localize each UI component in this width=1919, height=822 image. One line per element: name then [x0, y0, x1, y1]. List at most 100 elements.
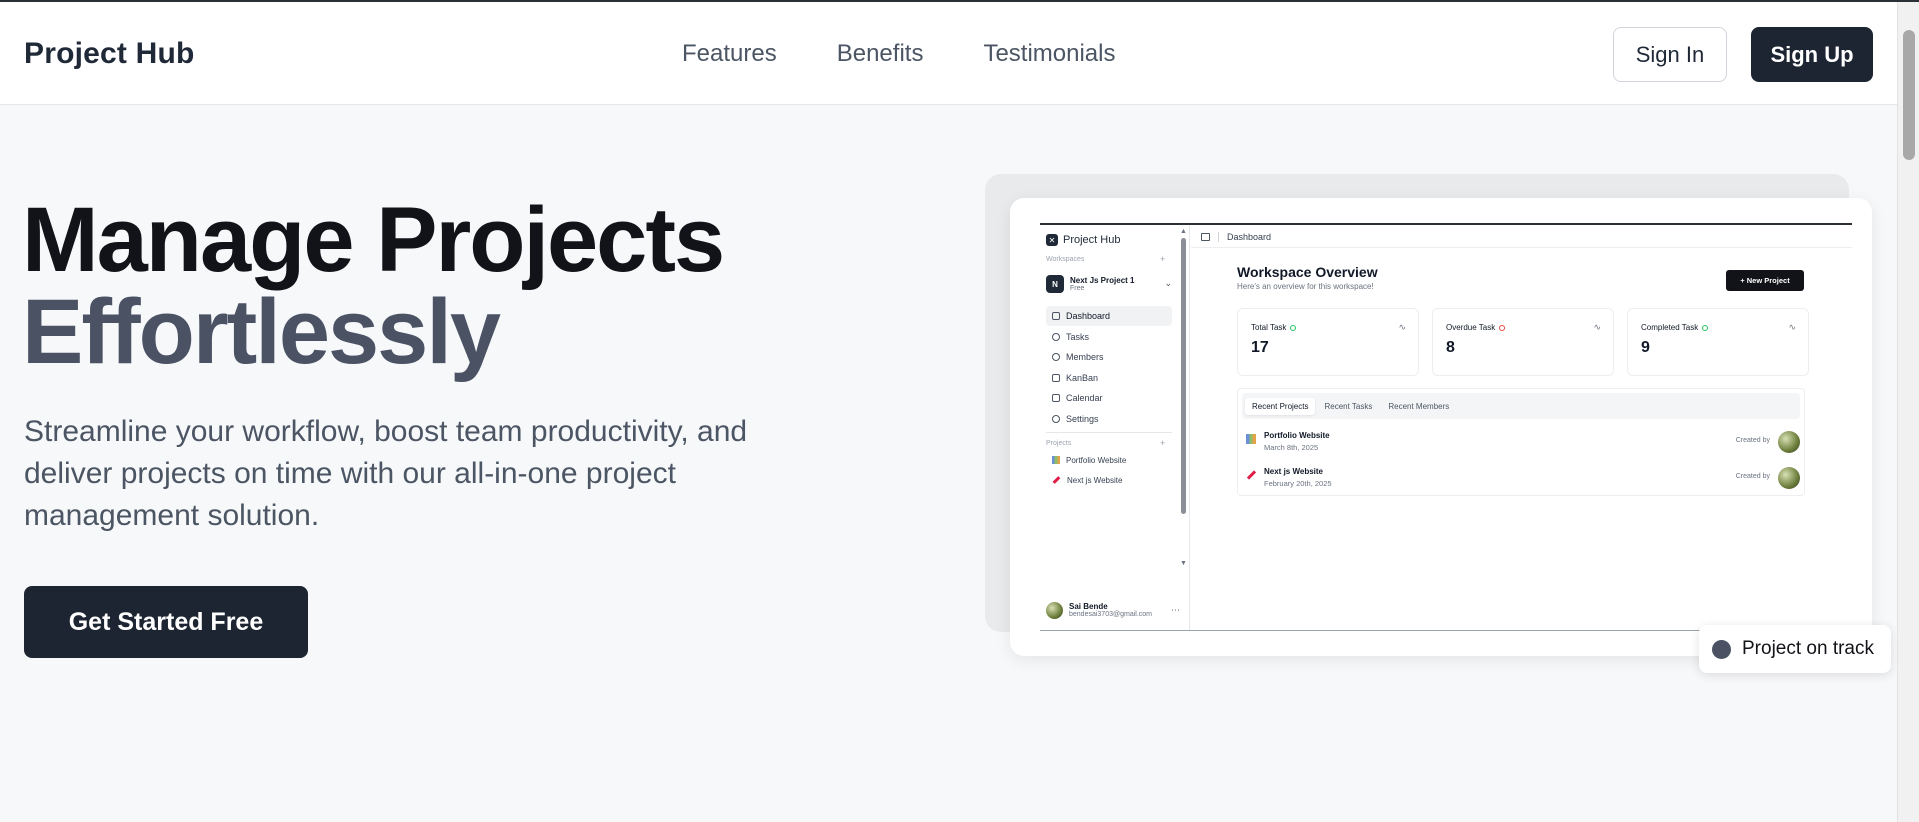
sidebar-toggle-icon[interactable]	[1201, 232, 1210, 241]
get-started-button[interactable]: Get Started Free	[24, 586, 308, 658]
workspace-switcher[interactable]: N Next Js Project 1 Free ⌄	[1046, 272, 1172, 296]
stat-label: Completed Task	[1641, 323, 1699, 332]
user-email: bendesai3703@gmail.com	[1069, 611, 1152, 618]
sidebar-scrollbar[interactable]: ▲ ▼	[1180, 228, 1187, 626]
preview-main: Dashboard Workspace Overview Here's an o…	[1191, 226, 1852, 630]
workspaces-caption: Workspaces	[1046, 256, 1085, 263]
hero-subtitle: Streamline your workflow, boost team pro…	[24, 415, 748, 532]
new-project-button[interactable]: + New Project	[1726, 270, 1804, 291]
stat-label: Overdue Task	[1446, 323, 1496, 332]
avatar	[1778, 467, 1800, 489]
created-by-label: Created by	[1735, 437, 1770, 444]
list-item[interactable]: Portfolio Website March 8th, 2025 Create…	[1246, 431, 1802, 461]
created-by-label: Created by	[1735, 473, 1770, 480]
overview-heading: Workspace Overview	[1237, 264, 1378, 280]
project-title: Next js Website	[1264, 467, 1323, 476]
chart-icon	[1052, 456, 1060, 464]
sidebar-item-label: Calendar	[1066, 393, 1103, 404]
nav-link-features[interactable]: Features	[682, 40, 777, 68]
status-badge-text: Project on track	[1742, 638, 1874, 659]
tab-bar: Recent Projects Recent Tasks Recent Memb…	[1242, 393, 1800, 419]
preview-brand-label: Project Hub	[1063, 234, 1121, 246]
tab-recent-projects[interactable]: Recent Projects	[1245, 397, 1316, 415]
dashboard-preview: ✕ Project Hub Workspaces + N Next Js Pro…	[1010, 198, 1872, 656]
sidebar-item-kanban[interactable]: KanBan	[1046, 368, 1172, 388]
scroll-down-icon[interactable]: ▼	[1180, 560, 1187, 567]
sidebar-item-label: Dashboard	[1066, 311, 1111, 321]
workspace-avatar: N	[1046, 275, 1064, 293]
workspace-plan: Free	[1070, 284, 1085, 292]
pencil-icon	[1246, 470, 1257, 480]
sidebar-project-nextjs[interactable]: Next js Website	[1046, 470, 1172, 490]
add-project-icon[interactable]: +	[1160, 438, 1165, 448]
sign-up-button[interactable]: Sign Up	[1751, 27, 1873, 82]
more-icon[interactable]: ⋯	[1171, 605, 1180, 616]
scroll-up-icon[interactable]: ▲	[1180, 228, 1187, 235]
stat-label-wrap: Total Task	[1251, 323, 1297, 332]
workspace-name: Next Js Project 1	[1070, 275, 1135, 285]
stat-label: Total Task	[1251, 323, 1287, 332]
hero-title: Manage Projects Effortlessly	[22, 194, 725, 383]
hero-title-line-2: Effortlessly	[22, 281, 501, 383]
preview-logo-icon: ✕	[1046, 234, 1058, 246]
sign-in-button[interactable]: Sign In	[1613, 27, 1727, 82]
tab-recent-members[interactable]: Recent Members	[1381, 398, 1456, 415]
user-profile[interactable]: Sai Bende bendesai3703@gmail.com ⋯	[1046, 602, 1180, 619]
gear-icon	[1052, 414, 1060, 423]
sidebar-item-tasks[interactable]: Tasks	[1046, 327, 1172, 347]
sidebar-item-label: Settings	[1066, 413, 1099, 424]
nav-links: Features Benefits Testimonials	[682, 40, 1115, 68]
sidebar-item-members[interactable]: Members	[1046, 347, 1172, 367]
sidebar-item-settings[interactable]: Settings	[1046, 409, 1172, 429]
activity-icon: ∿	[1593, 322, 1601, 332]
stat-value: 8	[1446, 339, 1455, 356]
recent-tabs-panel: Recent Projects Recent Tasks Recent Memb…	[1237, 388, 1805, 496]
preview-nav: Dashboard Tasks Members KanBan Calendar …	[1046, 306, 1172, 430]
stat-card-overdue-task: Overdue Task 8 ∿	[1432, 308, 1614, 376]
calendar-icon	[1052, 394, 1060, 403]
nav-link-benefits[interactable]: Benefits	[837, 40, 924, 68]
avatar	[1778, 431, 1800, 453]
sidebar-scroll-thumb[interactable]	[1181, 238, 1186, 514]
sidebar-project-label: Next js Website	[1067, 475, 1123, 485]
preview-brand: ✕ Project Hub	[1046, 234, 1120, 246]
sidebar-project-portfolio[interactable]: Portfolio Website	[1046, 450, 1172, 470]
dashboard-icon	[1052, 312, 1060, 320]
hero-title-line-1: Manage Projects	[22, 189, 725, 291]
stat-value: 9	[1641, 339, 1650, 356]
breadcrumb: Dashboard	[1227, 231, 1272, 242]
project-date: March 8th, 2025	[1264, 443, 1319, 452]
status-dot-icon	[1712, 639, 1731, 659]
nav-link-testimonials[interactable]: Testimonials	[983, 40, 1115, 68]
sidebar-item-label: Tasks	[1066, 331, 1090, 342]
stat-card-completed-task: Completed Task 9 ∿	[1627, 308, 1809, 376]
brand-logo[interactable]: Project Hub	[24, 37, 195, 71]
page-scroll-thumb[interactable]	[1903, 30, 1915, 160]
divider	[1218, 231, 1219, 242]
preview-sidebar: ✕ Project Hub Workspaces + N Next Js Pro…	[1040, 226, 1190, 630]
stat-label-wrap: Completed Task	[1641, 323, 1709, 332]
list-item[interactable]: Next js Website February 20th, 2025 Crea…	[1246, 467, 1802, 497]
sidebar-item-dashboard[interactable]: Dashboard	[1046, 306, 1172, 326]
preview-top-border	[1040, 223, 1852, 225]
status-dot-icon	[1702, 324, 1709, 331]
projects-caption: Projects	[1046, 440, 1072, 447]
activity-icon: ∿	[1788, 322, 1796, 332]
sidebar-item-calendar[interactable]: Calendar	[1046, 388, 1172, 408]
users-icon	[1052, 353, 1060, 362]
pencil-icon	[1052, 476, 1061, 484]
user-name: Sai Bende	[1069, 602, 1108, 611]
top-navbar: Project Hub Features Benefits Testimonia…	[0, 2, 1897, 105]
status-dot-icon	[1290, 324, 1297, 331]
overview-subheading: Here's an overview for this workspace!	[1237, 282, 1374, 291]
sidebar-item-label: KanBan	[1066, 372, 1099, 383]
tab-recent-tasks[interactable]: Recent Tasks	[1317, 398, 1379, 415]
avatar	[1046, 602, 1063, 619]
page-scrollbar[interactable]	[1897, 2, 1919, 822]
add-workspace-icon[interactable]: +	[1160, 254, 1165, 264]
kanban-icon	[1052, 373, 1060, 382]
check-circle-icon	[1052, 332, 1060, 341]
sidebar-project-label: Portfolio Website	[1066, 455, 1127, 465]
project-title: Portfolio Website	[1264, 431, 1330, 440]
sidebar-item-label: Members	[1066, 352, 1104, 363]
